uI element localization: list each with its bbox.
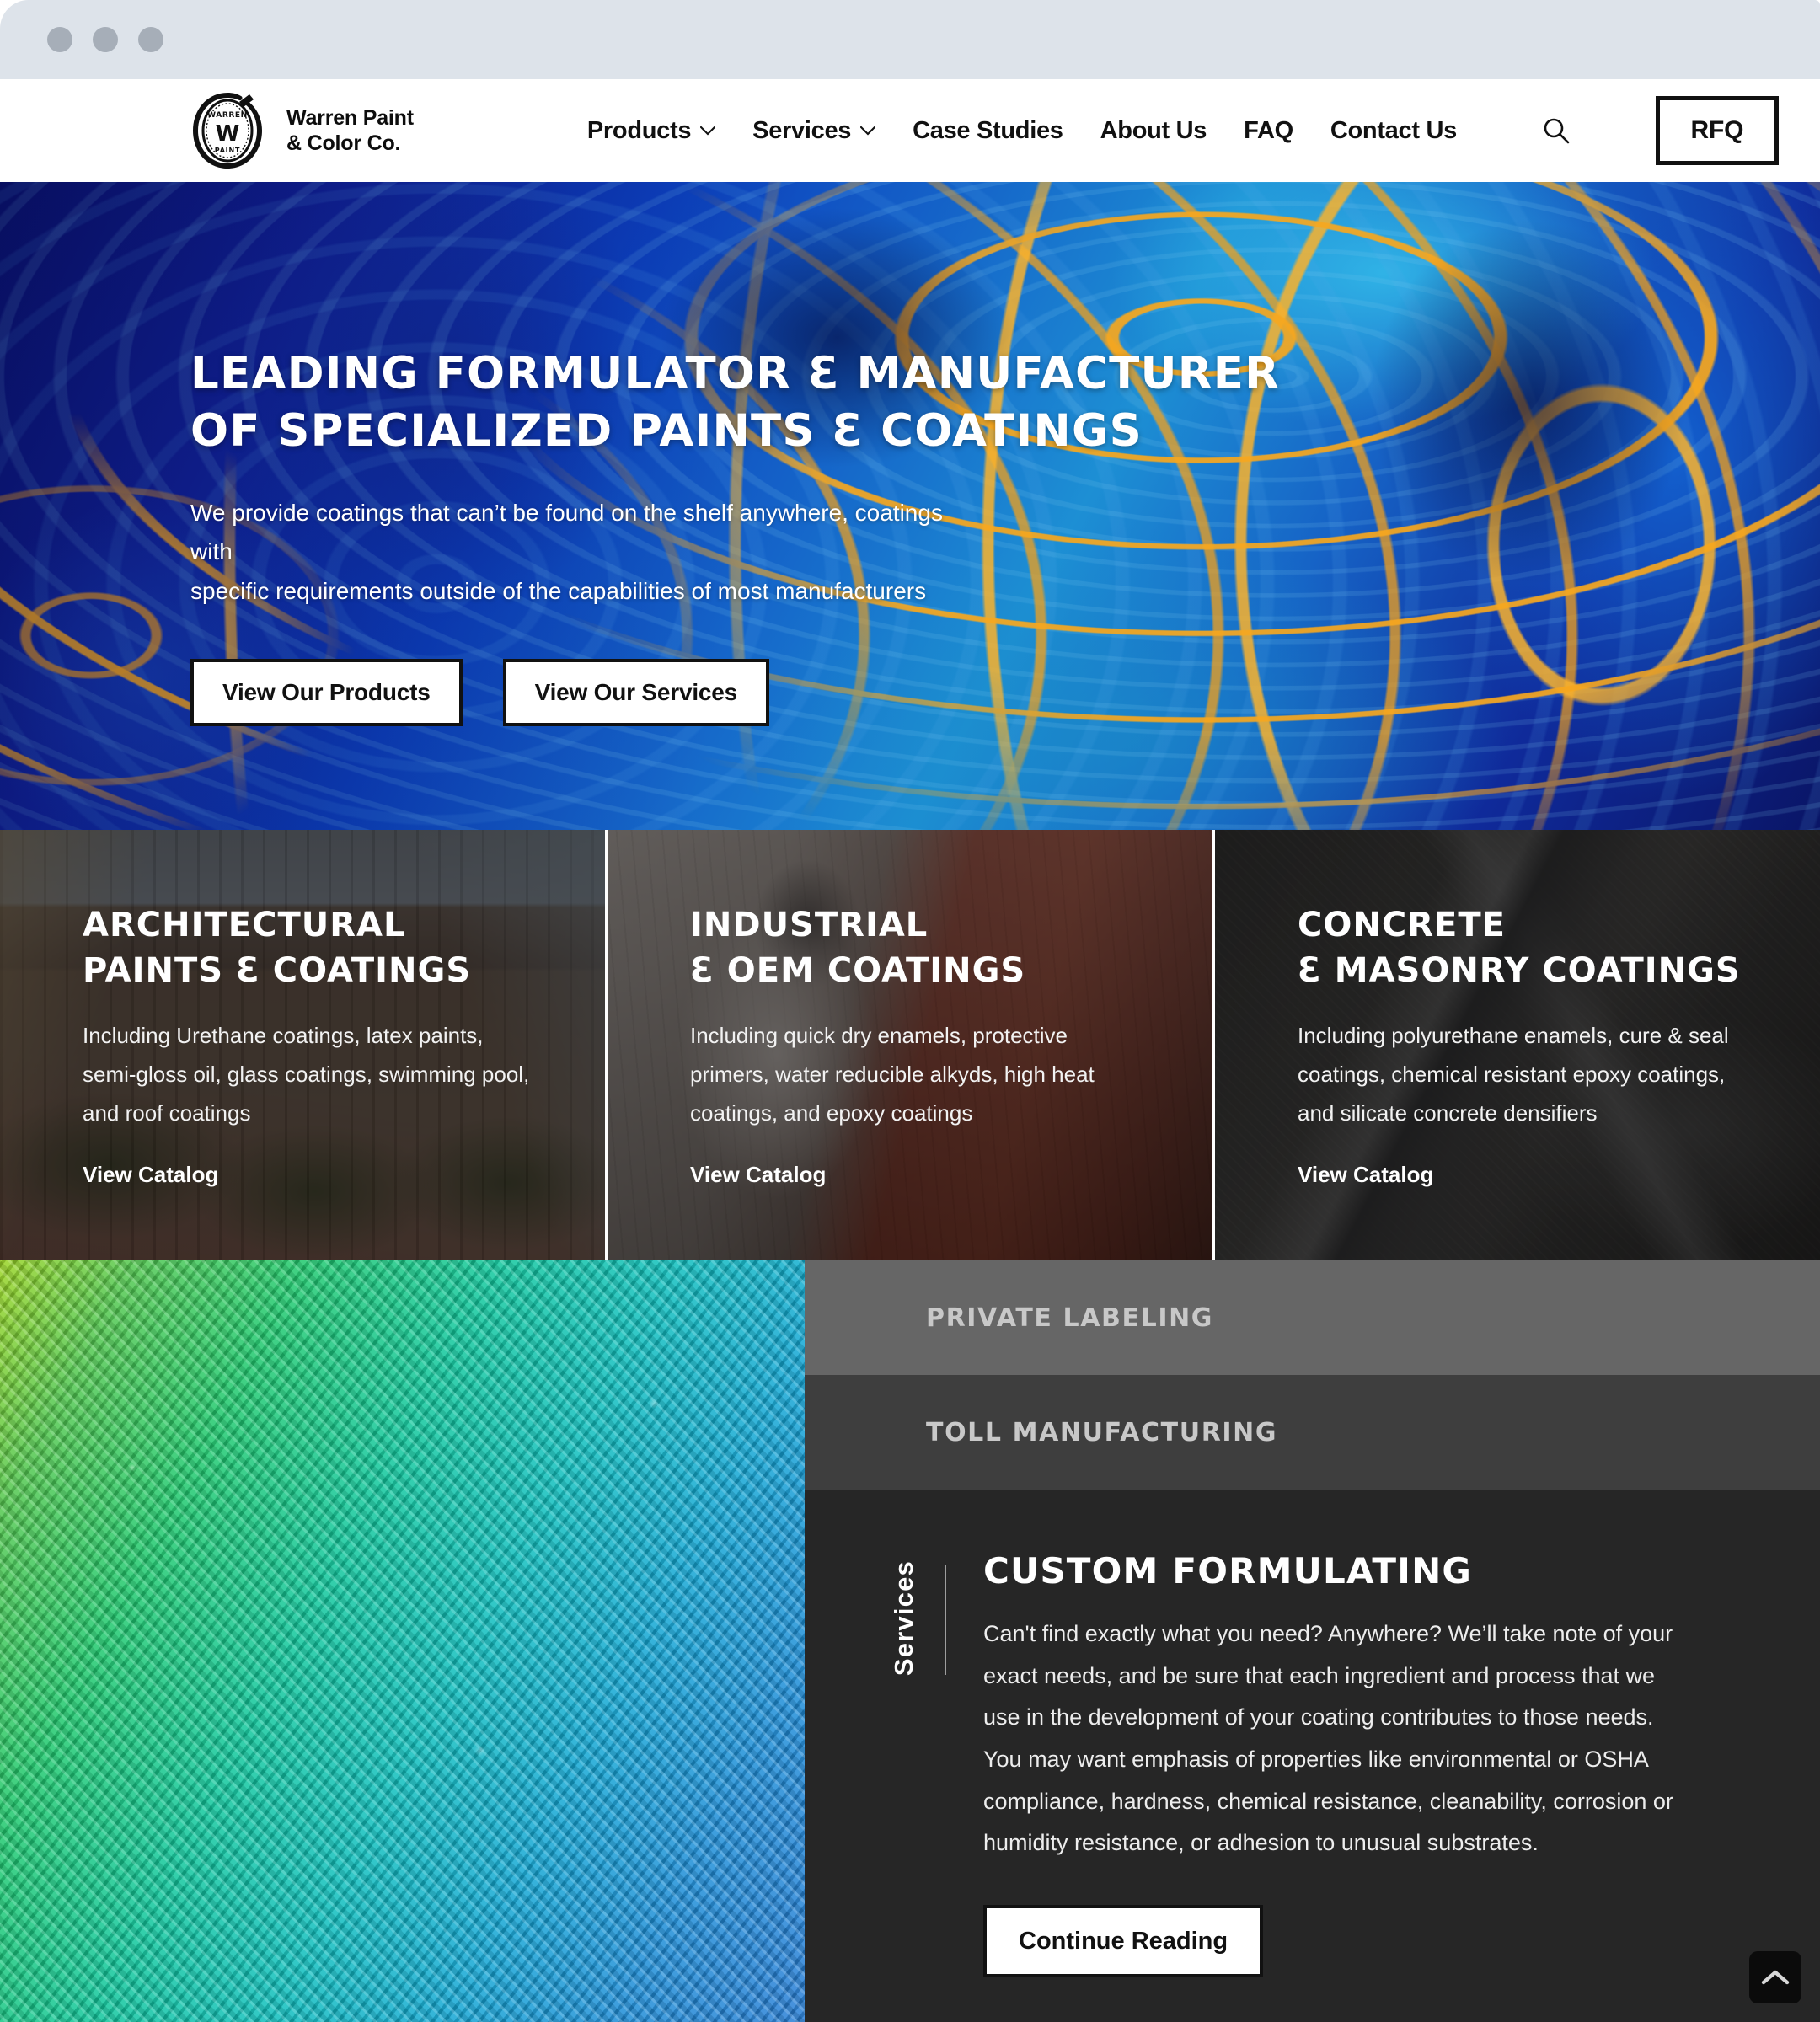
window-close-dot[interactable] <box>47 27 72 52</box>
hero-subheadline: We provide coatings that can’t be found … <box>190 499 943 604</box>
nav-label: Products <box>586 116 692 144</box>
category-card-architectural[interactable]: ARCHITECTURAL PAINTS Ɛ COATINGS Includin… <box>0 830 608 1260</box>
nav-item-contact-us[interactable]: Contact Us <box>1330 117 1457 145</box>
nav-item-about-us[interactable]: About Us <box>1100 117 1207 145</box>
view-catalog-link[interactable]: View Catalog <box>83 1162 218 1188</box>
category-description: Including quick dry enamels, protective … <box>690 1022 1095 1126</box>
hero-section: LEADING FORMULATOR Ɛ MANUFACTURER OF SPE… <box>0 182 1820 830</box>
service-row-title: TOLL MANUFACTURING <box>926 1417 1278 1447</box>
nav-label: Services <box>752 116 852 144</box>
view-our-products-button[interactable]: View Our Products <box>190 659 463 727</box>
service-row-title: PRIVATE LABELING <box>926 1303 1214 1333</box>
view-catalog-link[interactable]: View Catalog <box>1298 1162 1433 1188</box>
warren-paint-logo-icon: WARREN W PAINT <box>187 90 268 171</box>
vertical-divider <box>945 1565 946 1675</box>
service-title: CUSTOM FORMULATING <box>983 1550 1473 1591</box>
pigment-powder-background <box>0 1260 805 2022</box>
category-card-concrete[interactable]: CONCRETE Ɛ MASONRY COATINGS Including po… <box>1215 830 1820 1260</box>
search-icon[interactable] <box>1538 112 1575 149</box>
primary-navigation: Products Services Case Studies About Us … <box>587 96 1779 165</box>
view-our-services-button[interactable]: View Our Services <box>502 659 770 727</box>
continue-reading-button[interactable]: Continue Reading <box>983 1905 1264 1978</box>
browser-chrome-bar <box>0 0 1820 79</box>
nav-item-products[interactable]: Products <box>586 116 716 145</box>
chevron-up-icon <box>1761 1970 1790 1985</box>
nav-item-faq[interactable]: FAQ <box>1244 117 1293 145</box>
svg-text:WARREN: WARREN <box>207 111 248 120</box>
service-row-private-labeling[interactable]: PRIVATE LABELING <box>805 1260 1820 1375</box>
services-section: PRIVATE LABELING TOLL MANUFACTURING Serv… <box>0 1260 1820 2022</box>
service-row-toll-manufacturing[interactable]: TOLL MANUFACTURING <box>805 1375 1820 1490</box>
chevron-down-icon <box>700 126 716 135</box>
brand-name: Warren Paint & Color Co. <box>286 105 414 156</box>
service-panel-custom-formulating: Services CUSTOM FORMULATING Can't find e… <box>805 1490 1820 2022</box>
site-header: WARREN W PAINT Warren Paint & Color Co. … <box>0 79 1820 182</box>
category-title: CONCRETE Ɛ MASONRY COATINGS <box>1298 906 1741 991</box>
rfq-button[interactable]: RFQ <box>1655 96 1779 165</box>
view-catalog-link[interactable]: View Catalog <box>690 1162 826 1188</box>
category-card-industrial[interactable]: INDUSTRIAL Ɛ OEM COATINGS Including quic… <box>608 830 1215 1260</box>
window-maximize-dot[interactable] <box>138 27 163 52</box>
nav-item-case-studies[interactable]: Case Studies <box>913 117 1063 145</box>
hero-actions: View Our Products View Our Services <box>190 659 1820 727</box>
window-minimize-dot[interactable] <box>93 27 118 52</box>
category-description: Including Urethane coatings, latex paint… <box>83 1022 530 1126</box>
scroll-to-top-button[interactable] <box>1749 1951 1801 2003</box>
category-description: Including polyurethane enamels, cure & s… <box>1298 1022 1729 1126</box>
hero-headline: LEADING FORMULATOR Ɛ MANUFACTURER OF SPE… <box>190 348 1281 457</box>
brand-logo-link[interactable]: WARREN W PAINT Warren Paint & Color Co. <box>187 90 414 171</box>
category-title: INDUSTRIAL Ɛ OEM COATINGS <box>690 906 1026 991</box>
services-pigment-image <box>0 1260 805 2022</box>
nav-item-services[interactable]: Services <box>752 116 876 145</box>
product-categories: ARCHITECTURAL PAINTS Ɛ COATINGS Includin… <box>0 830 1820 1260</box>
browser-window: WARREN W PAINT Warren Paint & Color Co. … <box>0 0 1820 2022</box>
services-section-label: Services <box>889 1560 918 1677</box>
service-body-text: Can't find exactly what you need? Anywhe… <box>983 1621 1673 1856</box>
services-accordion: PRIVATE LABELING TOLL MANUFACTURING Serv… <box>805 1260 1820 2022</box>
services-vertical-label-group: Services <box>889 1550 946 2022</box>
chevron-down-icon <box>860 126 876 135</box>
svg-text:W: W <box>216 121 240 147</box>
svg-text:PAINT: PAINT <box>215 147 240 154</box>
category-title: ARCHITECTURAL PAINTS Ɛ COATINGS <box>83 906 472 991</box>
